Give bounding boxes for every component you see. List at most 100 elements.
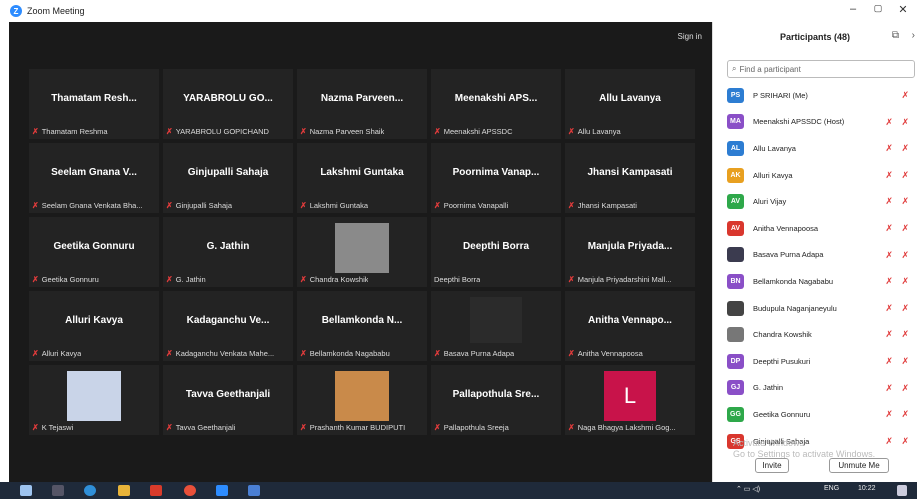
muted-mic-icon: ✗ xyxy=(32,201,39,210)
participant-row[interactable]: Budupula Naganjaneyulu ✗ ✗ xyxy=(713,295,917,322)
video-tile[interactable]: ✗ K Tejaswi xyxy=(29,365,159,435)
search-icon: ⌕ xyxy=(732,64,737,73)
notification-icon[interactable] xyxy=(897,485,907,496)
video-tile[interactable]: G. Jathin ✗ G. Jathin xyxy=(163,217,293,287)
participant-row[interactable]: AV Aluri Vijay ✗ ✗ xyxy=(713,188,917,215)
start-icon[interactable] xyxy=(20,485,32,496)
video-tile[interactable]: Poornima Vanap... ✗ Poornima Vanapalli xyxy=(431,143,561,213)
tile-name-label: ✗ Poornima Vanapalli xyxy=(434,201,508,210)
app-taskbar-icon[interactable] xyxy=(248,485,260,496)
sign-in-link[interactable]: Sign in xyxy=(678,32,702,41)
participant-row[interactable]: AV Anitha Vennapoosa ✗ ✗ xyxy=(713,215,917,242)
close-button[interactable]: ✕ xyxy=(893,3,913,16)
video-tile[interactable]: Ginjupalli Sahaja ✗ Ginjupalli Sahaja xyxy=(163,143,293,213)
avatar-initials: BN xyxy=(730,277,741,285)
popout-icon[interactable]: ⧉ xyxy=(892,30,899,41)
participant-row[interactable]: BN Bellamkonda Nagababu ✗ ✗ xyxy=(713,268,917,295)
muted-status-icons: ✗ ✗ xyxy=(885,222,912,233)
video-tile[interactable]: Kadaganchu Ve... ✗ Kadaganchu Venkata Mahe… xyxy=(163,291,293,361)
video-tile[interactable]: Nazma Parveen... ✗ Nazma Parveen Shaik xyxy=(297,69,427,139)
participant-list: PS P SRIHARI (Me) ✗ MA Meenakshi APSSDC (Hos… xyxy=(713,82,917,454)
tile-name-label: ✗ Geetika Gonnuru xyxy=(32,275,99,284)
participant-avatar: DP xyxy=(727,353,744,369)
clock[interactable]: 10:22 xyxy=(858,485,876,492)
tile-name-label: ✗ Alluri Kavya xyxy=(32,349,81,358)
participant-row[interactable]: Chandra Kowshik ✗ ✗ xyxy=(713,321,917,348)
tile-display-name: Pallapothula Sre... xyxy=(452,389,540,400)
participant-row[interactable]: AL Allu Lavanya ✗ ✗ xyxy=(713,135,917,162)
zoom-logo-icon: Z xyxy=(10,5,22,17)
muted-status-icons: ✗ ✗ xyxy=(885,329,912,340)
video-tile[interactable]: Tavva Geethanjali ✗ Tavva Geethanjali xyxy=(163,365,293,435)
muted-status-icons: ✗ ✗ xyxy=(885,143,912,154)
participant-video-image: L xyxy=(604,371,656,421)
participant-avatar: BN xyxy=(727,273,744,289)
unmute-me-button[interactable]: Unmute Me xyxy=(829,458,889,473)
tile-name-label: ✗ Basava Purna Adapa xyxy=(434,349,514,358)
video-tile[interactable]: Manjula Priyada... ✗ Manjula Priyadarshini… xyxy=(565,217,695,287)
invite-button[interactable]: Invite xyxy=(755,458,789,473)
muted-mic-icon: ✗ xyxy=(32,349,39,358)
tile-name-label: ✗ YARABROLU GOPICHAND xyxy=(166,127,269,136)
avatar-initials: GG xyxy=(730,410,741,418)
edge-icon[interactable] xyxy=(84,485,96,496)
video-tile[interactable]: L ✗ Naga Bhagya Lakshmi Gog... xyxy=(565,365,695,435)
participant-row[interactable]: Basava Purna Adapa ✗ ✗ xyxy=(713,242,917,269)
participant-row[interactable]: PS P SRIHARI (Me) ✗ xyxy=(713,82,917,109)
participant-name: Anitha Vennapoosa xyxy=(753,223,819,233)
muted-mic-icon: ✗ xyxy=(166,201,173,210)
video-tile[interactable]: Deepthi Borra Deepthi Borra xyxy=(431,217,561,287)
tile-label-text: Tavva Geethanjali xyxy=(175,423,236,432)
video-tile[interactable]: Lakshmi Guntaka ✗ Lakshmi Guntaka xyxy=(297,143,427,213)
participant-row[interactable]: MA Meenakshi APSSDC (Host) ✗ ✗ xyxy=(713,109,917,136)
muted-mic-icon: ✗ xyxy=(32,423,39,432)
muted-status-icons: ✗ ✗ xyxy=(885,302,912,313)
video-tile[interactable]: Geetika Gonnuru ✗ Geetika Gonnuru xyxy=(29,217,159,287)
tile-name-label: Deepthi Borra xyxy=(434,275,480,284)
video-tile[interactable]: Bellamkonda N... ✗ Bellamkonda Nagababu xyxy=(297,291,427,361)
participant-avatar xyxy=(727,300,744,316)
participant-row[interactable]: DP Deepthi Pusukuri ✗ ✗ xyxy=(713,348,917,375)
activation-watermark: Activate Windows Go to Settings to activ… xyxy=(733,438,875,460)
participant-row[interactable]: GJ G. Jathin ✗ ✗ xyxy=(713,375,917,402)
video-tile[interactable]: Seelam Gnana V... ✗ Seelam Gnana Venkata B… xyxy=(29,143,159,213)
participant-avatar: AK xyxy=(727,167,744,183)
participant-name: Alluri Kavya xyxy=(753,170,793,180)
maximize-button[interactable]: ▢ xyxy=(868,3,888,14)
participant-row[interactable]: AK Alluri Kavya ✗ ✗ xyxy=(713,162,917,189)
tile-name-label: ✗ Bellamkonda Nagababu xyxy=(300,349,390,358)
tile-label-text: G. Jathin xyxy=(175,275,206,284)
zoom-taskbar-icon[interactable] xyxy=(216,485,228,496)
video-tile[interactable]: Anitha Vennapo... ✗ Anitha Vennapoosa xyxy=(565,291,695,361)
tile-display-name: Thamatam Resh... xyxy=(51,93,137,104)
participant-row[interactable]: GG Geetika Gonnuru ✗ ✗ xyxy=(713,401,917,428)
tile-label-text: Manjula Priyadarshini Mall... xyxy=(577,275,672,284)
video-tile[interactable]: Jhansi Kampasati ✗ Jhansi Kampasati xyxy=(565,143,695,213)
tray-icons[interactable]: ⌃ ▭ ◁) xyxy=(736,485,760,493)
participant-search-input[interactable]: ⌕ Find a participant xyxy=(727,60,915,78)
video-tile[interactable]: YARABROLU GO... ✗ YARABROLU GOPICHAND xyxy=(163,69,293,139)
participant-avatar: GG xyxy=(727,406,744,422)
task-view-icon[interactable] xyxy=(52,485,64,496)
muted-status-icons: ✗ ✗ xyxy=(885,355,912,366)
explorer-icon[interactable] xyxy=(118,485,130,496)
chrome-icon[interactable] xyxy=(184,485,196,496)
office-icon[interactable] xyxy=(150,485,162,496)
video-tile[interactable]: Thamatam Resh... ✗ Thamatam Reshma xyxy=(29,69,159,139)
video-tile[interactable]: Pallapothula Sre... ✗ Pallapothula Sreeja xyxy=(431,365,561,435)
language-indicator[interactable]: ENG xyxy=(824,485,839,492)
video-tile[interactable]: Alluri Kavya ✗ Alluri Kavya xyxy=(29,291,159,361)
video-tile[interactable]: Allu Lavanya ✗ Allu Lavanya xyxy=(565,69,695,139)
video-tile[interactable]: ✗ Chandra Kowshik xyxy=(297,217,427,287)
participant-video-image xyxy=(335,223,389,273)
video-tile[interactable]: ✗ Basava Purna Adapa xyxy=(431,291,561,361)
video-tile[interactable]: Meenakshi APS... ✗ Meenakshi APSSDC xyxy=(431,69,561,139)
minimize-button[interactable]: – xyxy=(843,3,863,15)
panel-close-icon[interactable]: › xyxy=(912,30,915,41)
muted-mic-icon: ✗ xyxy=(434,201,441,210)
tile-label-text: Kadaganchu Venkata Mahe... xyxy=(175,349,275,358)
tile-display-name: Poornima Vanap... xyxy=(452,167,540,178)
video-tile[interactable]: ✗ Prashanth Kumar BUDIPUTI xyxy=(297,365,427,435)
tile-label-text: Poornima Vanapalli xyxy=(443,201,509,210)
tile-display-name: Deepthi Borra xyxy=(462,241,530,252)
